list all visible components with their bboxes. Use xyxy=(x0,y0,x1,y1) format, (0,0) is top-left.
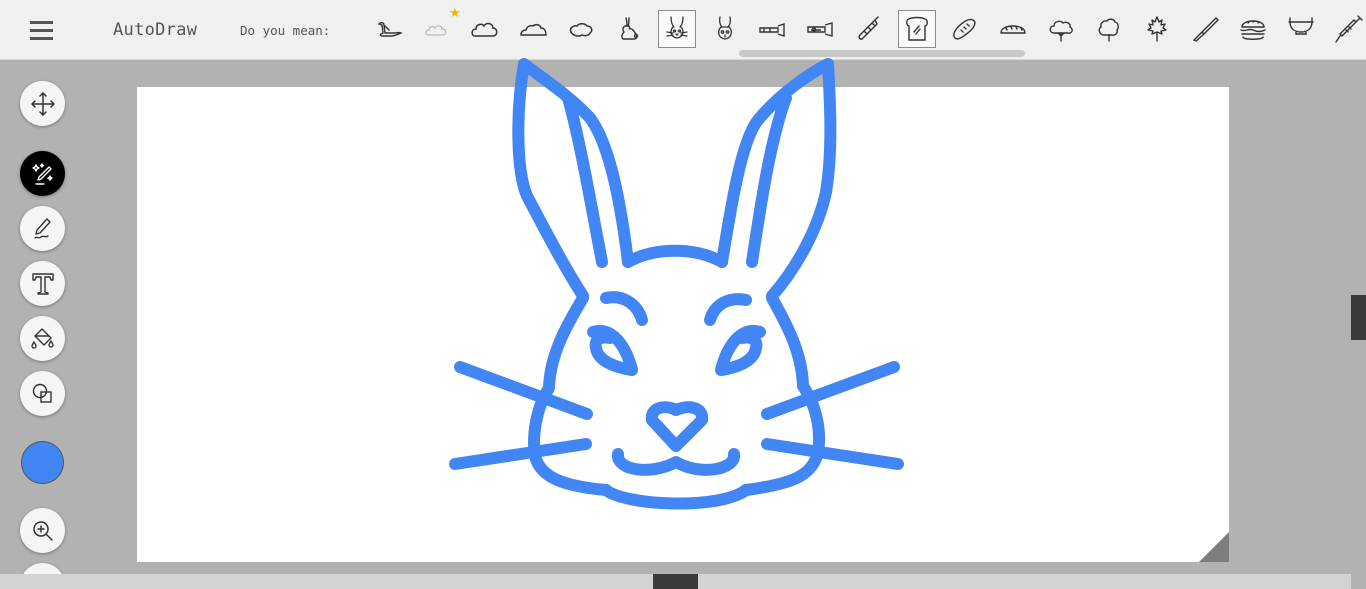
suggestion-duck[interactable] xyxy=(370,10,408,48)
type-tool-button[interactable] xyxy=(20,261,65,306)
suggestion-cloud-flat[interactable] xyxy=(514,10,552,48)
suggestion-tree-bushy[interactable] xyxy=(1090,10,1128,48)
suggestion-tree-round[interactable] xyxy=(1042,10,1080,48)
hamburger-line xyxy=(30,37,53,40)
suggestion-strip xyxy=(365,10,1366,50)
suggestion-saxophone[interactable] xyxy=(850,10,888,48)
suggestion-knife[interactable] xyxy=(1186,10,1224,48)
color-picker-swatch[interactable] xyxy=(21,441,64,484)
zoom-tool-button[interactable] xyxy=(20,508,65,553)
horizontal-scrollbar-thumb[interactable] xyxy=(653,574,698,589)
suggestion-burger[interactable] xyxy=(1234,10,1272,48)
hamburger-line xyxy=(30,29,53,32)
suggestion-rabbit-face[interactable] xyxy=(658,10,696,48)
fill-tool-button[interactable] xyxy=(20,316,65,361)
trombone-icon xyxy=(759,23,785,37)
autodraw-tool-button[interactable] xyxy=(20,151,65,196)
suggestion-rabbit-face-alt[interactable] xyxy=(706,10,744,48)
suggestions-label: Do you mean: xyxy=(240,23,331,38)
tree-round-icon xyxy=(1049,20,1073,42)
rabbit-sitting-icon xyxy=(621,17,639,40)
suggestion-syringe[interactable] xyxy=(1330,10,1366,48)
vertical-scrollbar-thumb[interactable] xyxy=(1351,295,1366,340)
app-title: AutoDraw xyxy=(113,20,198,40)
bread-loaf-icon xyxy=(953,18,976,40)
rabbit-face-alt-icon xyxy=(718,16,732,40)
suggestion-rabbit-sitting[interactable] xyxy=(610,10,648,48)
text-t-icon xyxy=(31,272,54,295)
star-icon: ★ xyxy=(449,5,461,20)
drawing-canvas[interactable] xyxy=(137,87,1229,562)
tree-bushy-icon xyxy=(1098,18,1120,42)
move-tool-button[interactable] xyxy=(20,81,65,126)
suggestion-trombone-alt[interactable] xyxy=(802,10,840,48)
suggestion-cloud[interactable] xyxy=(466,10,504,48)
burger-icon xyxy=(1240,20,1266,40)
knife-icon xyxy=(1192,17,1219,42)
duck-icon xyxy=(377,21,403,37)
trombone-alt-icon xyxy=(807,22,833,37)
menu-button[interactable] xyxy=(22,14,62,46)
shapes-icon xyxy=(32,383,52,403)
top-bar: AutoDraw Do you mean: ★ xyxy=(0,0,1366,60)
cloud-flat-icon xyxy=(520,23,547,36)
suggestion-bowl[interactable] xyxy=(1282,10,1320,48)
syringe-icon xyxy=(1335,15,1363,43)
suggestion-baguette[interactable] xyxy=(994,10,1032,48)
cloud-icon xyxy=(471,22,498,37)
shape-tool-button[interactable] xyxy=(20,371,65,416)
move-arrows-icon xyxy=(30,91,55,116)
canvas-resize-handle[interactable] xyxy=(1199,532,1229,562)
suggestion-bread-loaf[interactable] xyxy=(946,10,984,48)
pencil-icon xyxy=(33,217,51,239)
zoom-in-icon xyxy=(32,520,53,541)
tree-maple-icon xyxy=(1147,16,1167,42)
baguette-icon xyxy=(1000,25,1026,34)
hamburger-icon xyxy=(30,21,53,24)
suggestion-trombone[interactable] xyxy=(754,10,792,48)
draw-tool-button[interactable] xyxy=(20,206,65,251)
suggestion-tree-maple[interactable] xyxy=(1138,10,1176,48)
saxophone-icon xyxy=(858,16,879,40)
cloud-oval-icon xyxy=(569,23,593,37)
toast-icon xyxy=(906,16,928,41)
bowl-icon xyxy=(1288,17,1314,35)
rabbit-face-icon xyxy=(666,16,688,39)
suggestion-scrollbar[interactable] xyxy=(739,50,1025,57)
suggestion-cloud-oval[interactable] xyxy=(562,10,600,48)
cloud-faint-icon xyxy=(425,25,447,36)
paint-bucket-icon xyxy=(30,327,54,349)
magic-pencil-icon xyxy=(31,162,53,185)
suggestion-toast[interactable] xyxy=(898,10,936,48)
